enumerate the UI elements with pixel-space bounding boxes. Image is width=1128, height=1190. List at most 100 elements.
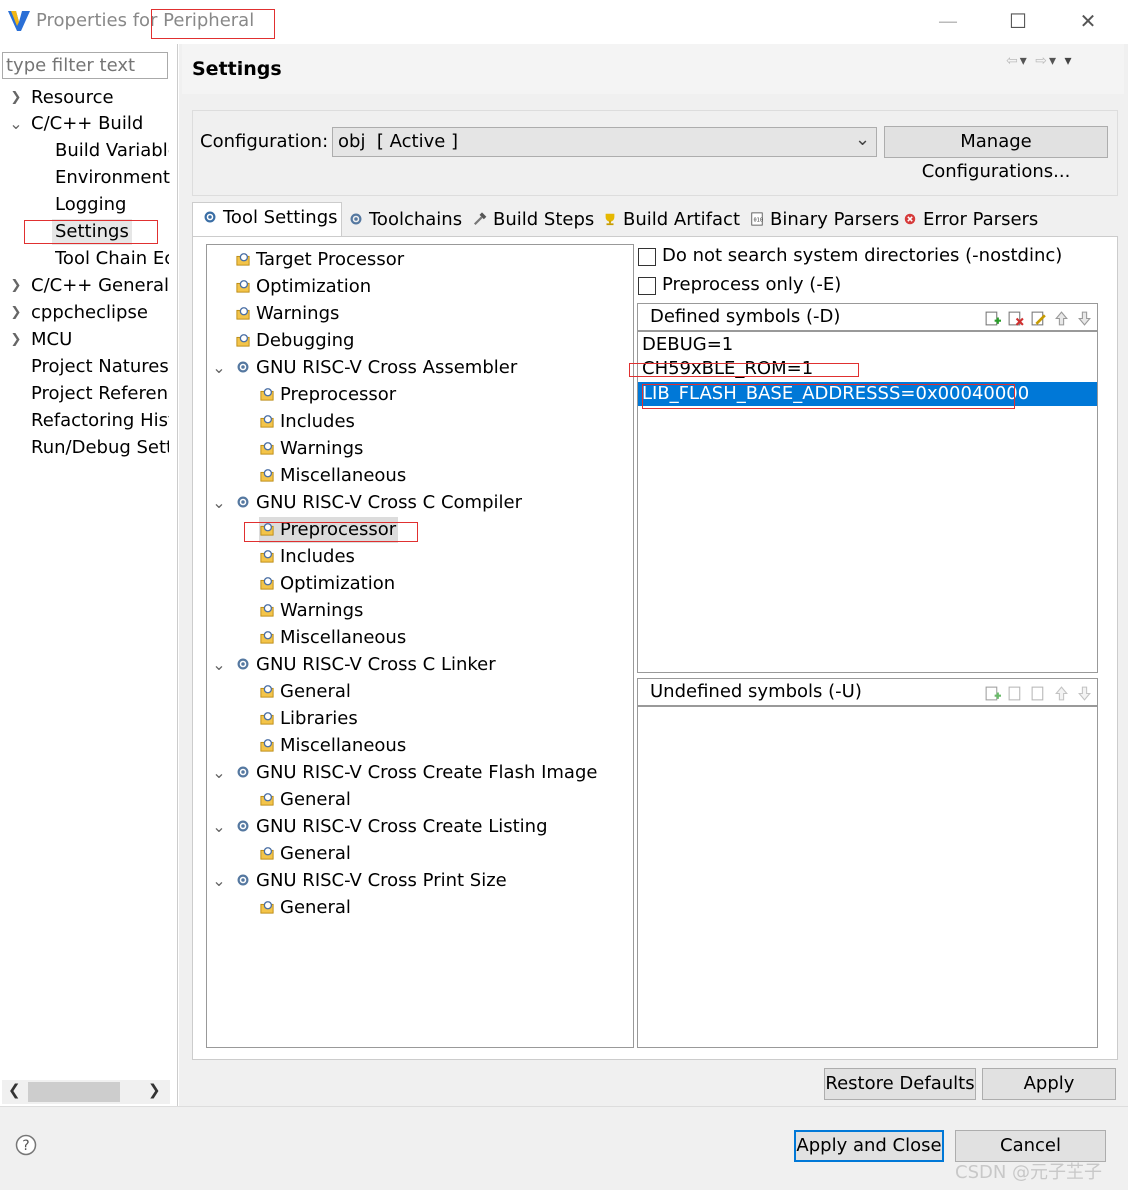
- settings-page-icon: [260, 577, 274, 590]
- tree-item[interactable]: General: [259, 679, 351, 705]
- forward-arrow-icon[interactable]: ⇨: [1035, 53, 1049, 69]
- tree-item[interactable]: Libraries: [259, 706, 358, 732]
- tab-toolchains[interactable]: Toolchains: [344, 206, 462, 236]
- tree-item[interactable]: Optimization: [259, 571, 395, 597]
- tree-tool-group[interactable]: GNU RISC-V Cross C Compiler: [235, 490, 522, 516]
- restore-defaults-button[interactable]: Restore Defaults: [824, 1068, 976, 1100]
- chevron-right-icon[interactable]: ❯: [9, 327, 23, 353]
- tree-item[interactable]: Includes: [259, 544, 355, 570]
- tree-item[interactable]: Warnings: [259, 436, 363, 462]
- move-down-icon[interactable]: [1076, 310, 1093, 327]
- chevron-right-icon[interactable]: ❯: [9, 300, 23, 326]
- nav-item-build-variables[interactable]: Build Variable: [55, 138, 169, 164]
- tab-tool-settings[interactable]: Tool Settings: [198, 204, 338, 234]
- undefined-symbols-list[interactable]: [637, 706, 1098, 1048]
- tree-tool-group[interactable]: GNU RISC-V Cross Print Size: [235, 868, 507, 894]
- chevron-down-icon[interactable]: ⌄: [212, 652, 226, 678]
- chevron-down-icon[interactable]: ⌄: [212, 355, 226, 381]
- view-menu-icon[interactable]: ▾: [1064, 53, 1073, 69]
- tab-build-steps[interactable]: Build Steps: [468, 206, 594, 236]
- chevron-down-icon[interactable]: ⌄: [9, 111, 23, 137]
- tree-item[interactable]: Debugging: [235, 328, 354, 354]
- tree-item[interactable]: Includes: [259, 409, 355, 435]
- nostdinc-label: Do not search system directories (-nostd…: [662, 245, 1063, 266]
- back-arrow-icon[interactable]: ⇦: [1006, 53, 1020, 69]
- chevron-down-icon[interactable]: ▾: [1020, 53, 1029, 69]
- chevron-right-icon[interactable]: ❯: [9, 85, 23, 111]
- manage-configurations-button[interactable]: Manage Configurations...: [884, 126, 1108, 182]
- nav-item-run-debug-settings[interactable]: Run/Debug Sett: [31, 435, 169, 461]
- tree-item[interactable]: Target Processor: [235, 247, 404, 273]
- nav-item-resource[interactable]: Resource: [31, 85, 114, 111]
- nav-item-environment[interactable]: Environment: [55, 165, 170, 191]
- tree-item-label: GNU RISC-V Cross C Linker: [256, 654, 496, 675]
- history-nav[interactable]: ⇦▾ ⇨▾ ▾: [1006, 53, 1073, 69]
- edit-icon[interactable]: [1030, 310, 1047, 327]
- tree-item[interactable]: General: [259, 787, 351, 813]
- nav-item-refactoring-history[interactable]: Refactoring Hist: [31, 408, 169, 434]
- tree-item[interactable]: Miscellaneous: [259, 733, 406, 759]
- nav-item-cppcheclipse[interactable]: cppcheclipse: [31, 300, 148, 326]
- scroll-right-icon[interactable]: ❯: [148, 1081, 161, 1099]
- tree-tool-group[interactable]: GNU RISC-V Cross C Linker: [235, 652, 496, 678]
- tree-tool-group[interactable]: GNU RISC-V Cross Create Listing: [235, 814, 548, 840]
- chevron-down-icon[interactable]: ⌄: [212, 814, 226, 840]
- configuration-select[interactable]: obj [ Active ] ⌄: [332, 127, 877, 157]
- tree-item[interactable]: General: [259, 841, 351, 867]
- delete-icon[interactable]: [1007, 685, 1024, 702]
- apply-and-close-button[interactable]: Apply and Close: [794, 1130, 944, 1162]
- chevron-right-icon[interactable]: ❯: [9, 273, 23, 299]
- tree-item[interactable]: Warnings: [259, 598, 363, 624]
- move-up-icon[interactable]: [1053, 685, 1070, 702]
- move-up-icon[interactable]: [1053, 310, 1070, 327]
- tree-item-label: Target Processor: [256, 249, 405, 270]
- move-down-icon[interactable]: [1076, 685, 1093, 702]
- tree-tool-group[interactable]: GNU RISC-V Cross Create Flash Image: [235, 760, 597, 786]
- chevron-down-icon[interactable]: ⌄: [212, 490, 226, 516]
- list-item-selected[interactable]: LIB_FLASH_BASE_ADDRESSS=0x00040000: [638, 382, 1097, 406]
- tree-item[interactable]: Preprocessor: [259, 382, 396, 408]
- nostdinc-checkbox[interactable]: [638, 248, 656, 266]
- tree-item[interactable]: Optimization: [235, 274, 371, 300]
- tree-item[interactable]: Miscellaneous: [259, 625, 406, 651]
- delete-icon[interactable]: [1007, 310, 1024, 327]
- tab-binary-parsers[interactable]: 010 Binary Parsers: [745, 206, 899, 236]
- filter-input[interactable]: [2, 52, 168, 79]
- tab-error-parsers[interactable]: Error Parsers: [898, 206, 1038, 236]
- add-icon[interactable]: [984, 685, 1001, 702]
- nav-item-logging[interactable]: Logging: [55, 192, 126, 218]
- nav-item-project-natures[interactable]: Project Natures: [31, 354, 169, 380]
- scrollbar-thumb[interactable]: [28, 1082, 120, 1102]
- help-icon[interactable]: ?: [15, 1134, 37, 1156]
- tree-item[interactable]: Warnings: [235, 301, 339, 327]
- add-icon[interactable]: [984, 310, 1001, 327]
- apply-button[interactable]: Apply: [982, 1068, 1116, 1100]
- maximize-button[interactable]: ☐: [998, 6, 1038, 38]
- close-button[interactable]: ✕: [1068, 6, 1108, 38]
- nav-item-cpp-build[interactable]: C/C++ Build: [31, 111, 143, 137]
- tab-build-artifact[interactable]: Build Artifact: [598, 206, 740, 236]
- minimize-button[interactable]: —: [928, 6, 968, 38]
- preprocess-only-checkbox[interactable]: [638, 277, 656, 295]
- nav-item-settings[interactable]: Settings: [52, 219, 132, 245]
- preprocess-only-label: Preprocess only (-E): [662, 274, 842, 295]
- chevron-down-icon[interactable]: ⌄: [212, 868, 226, 894]
- tree-item-label: GNU RISC-V Cross Create Listing: [256, 816, 548, 837]
- nav-item-project-references[interactable]: Project Referenc: [31, 381, 169, 407]
- hammer-icon: [473, 212, 487, 226]
- nav-item-cpp-general[interactable]: C/C++ General: [31, 273, 169, 299]
- tree-item[interactable]: General: [259, 895, 351, 921]
- tree-tool-group[interactable]: GNU RISC-V Cross Assembler: [235, 355, 517, 381]
- tree-item[interactable]: Preprocessor: [259, 517, 399, 543]
- nav-item-mcu[interactable]: MCU: [31, 327, 72, 353]
- chevron-down-icon[interactable]: ▾: [1049, 53, 1058, 69]
- chevron-down-icon[interactable]: ⌄: [212, 760, 226, 786]
- app-logo-icon: [8, 11, 30, 31]
- horizontal-scrollbar[interactable]: ❮ ❯: [2, 1080, 170, 1104]
- scroll-left-icon[interactable]: ❮: [8, 1081, 21, 1099]
- nav-item-tool-chain-editor[interactable]: Tool Chain Ec: [55, 246, 169, 272]
- list-item[interactable]: CH59xBLE_ROM=1: [642, 358, 813, 379]
- list-item[interactable]: DEBUG=1: [642, 334, 733, 355]
- edit-icon[interactable]: [1030, 685, 1047, 702]
- tree-item[interactable]: Miscellaneous: [259, 463, 406, 489]
